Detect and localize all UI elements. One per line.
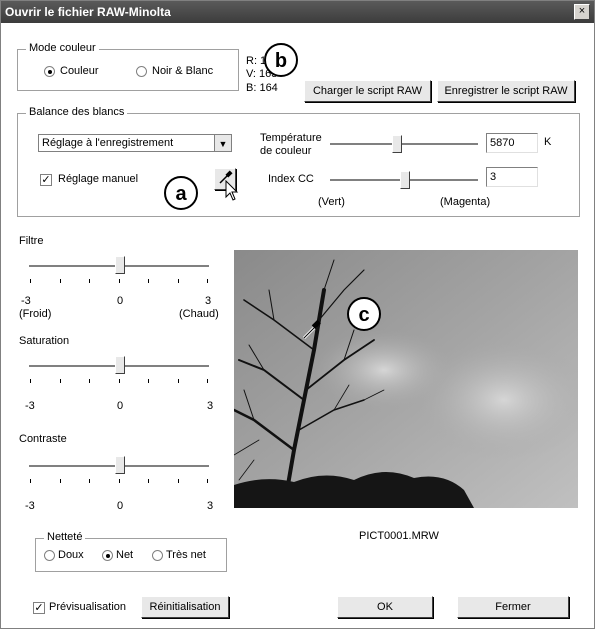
slider-tick [30,479,31,483]
cc-green-label: (Vert) [318,196,345,208]
slider-tick [207,379,208,383]
filtre-min: -3 [21,295,31,307]
slider-tick [177,479,179,483]
radio-noir-blanc[interactable] [136,66,147,77]
preview-checkbox[interactable]: ✓ [33,602,45,614]
slider-tick [118,279,120,283]
contraste-min: -3 [25,500,35,512]
slider-tick [177,379,179,383]
chevron-down-icon: ▼ [214,135,231,151]
slider-tick [59,379,61,383]
balance-blancs-group: Balance des blancs Réglage à l'enregistr… [17,106,580,217]
contraste-max: 3 [207,500,214,512]
radio-tres-net-label: Très net [166,549,206,561]
raw-dialog-window: Ouvrir le fichier RAW-Minolta × Mode cou… [0,0,595,629]
ok-button[interactable]: OK [337,596,433,618]
mode-couleur-group: Mode couleur Couleur Noir & Blanc [17,42,239,91]
slider-tick [148,279,149,283]
preview-image[interactable] [234,250,578,508]
radio-doux-label: Doux [58,549,84,561]
slider-tick [207,279,208,283]
callout-c: c [347,297,381,331]
temp-label-line2: de couleur [260,145,312,157]
wb-preset-value: Réglage à l'enregistrement [42,137,174,149]
temp-slider-track[interactable] [330,143,478,146]
close-window-button[interactable]: × [574,4,590,20]
slider-tick [30,379,31,383]
contraste-label: Contraste [19,433,67,445]
temp-input[interactable]: 5870 [486,133,538,153]
contraste-mid: 0 [117,500,124,512]
wb-preset-select[interactable]: Réglage à l'enregistrement ▼ [38,134,232,152]
temp-label-line1: Température [260,132,322,144]
cc-magenta-label: (Magenta) [440,196,491,208]
radio-couleur-label: Couleur [60,65,99,77]
title-bar: Ouvrir le fichier RAW-Minolta × [1,1,594,23]
slider-tick [177,279,179,283]
cc-label: Index CC [268,173,314,185]
filtre-label: Filtre [19,235,44,247]
filtre-slider-thumb[interactable] [115,256,125,274]
preview-filename: PICT0001.MRW [359,530,439,542]
slider-tick [30,279,31,283]
radio-doux[interactable] [44,550,55,561]
mode-couleur-legend: Mode couleur [26,42,99,54]
slider-tick [89,279,90,283]
manual-label: Réglage manuel [58,173,139,185]
slider-tick [89,379,90,383]
filtre-min-sub: (Froid) [19,308,52,320]
arrow-cursor-icon [225,180,239,201]
radio-net-label: Net [116,549,134,561]
cc-input[interactable]: 3 [486,167,538,187]
saturation-mid: 0 [117,400,124,412]
slider-tick [148,379,149,383]
slider-tick [118,379,120,383]
radio-tres-net[interactable] [152,550,163,561]
filtre-mid: 0 [117,295,124,307]
saturation-slider-thumb[interactable] [115,356,125,374]
slider-tick [118,479,120,483]
load-script-button[interactable]: Charger le script RAW [304,80,431,102]
save-script-button[interactable]: Enregistrer le script RAW [437,80,575,102]
manual-checkbox[interactable]: ✓ [40,174,52,186]
filtre-max-sub: (Chaud) [179,308,219,320]
rgb-b-value: B: 164 [246,82,278,94]
balance-legend: Balance des blancs [26,106,128,118]
slider-tick [207,479,208,483]
callout-a: a [164,176,198,210]
saturation-label: Saturation [19,335,70,347]
temp-slider-thumb[interactable] [392,135,402,153]
radio-net[interactable] [102,550,113,561]
saturation-min: -3 [25,400,35,412]
preview-label: Prévisualisation [49,601,127,613]
slider-tick [59,479,61,483]
contraste-slider-thumb[interactable] [115,456,125,474]
reset-button[interactable]: Réinitialisation [141,596,229,618]
filtre-max: 3 [205,295,212,307]
close-button[interactable]: Fermer [457,596,569,618]
temp-unit: K [544,136,552,148]
radio-noir-blanc-label: Noir & Blanc [152,65,214,77]
window-title: Ouvrir le fichier RAW-Minolta [5,5,171,19]
radio-couleur[interactable] [44,66,55,77]
nettete-group: Netteté Doux Net Très net [35,531,227,572]
slider-tick [148,479,149,483]
slider-tick [89,479,90,483]
slider-tick [59,279,61,283]
nettete-legend: Netteté [44,531,86,543]
callout-b: b [264,43,298,77]
saturation-max: 3 [207,400,214,412]
cc-slider-thumb[interactable] [400,171,410,189]
